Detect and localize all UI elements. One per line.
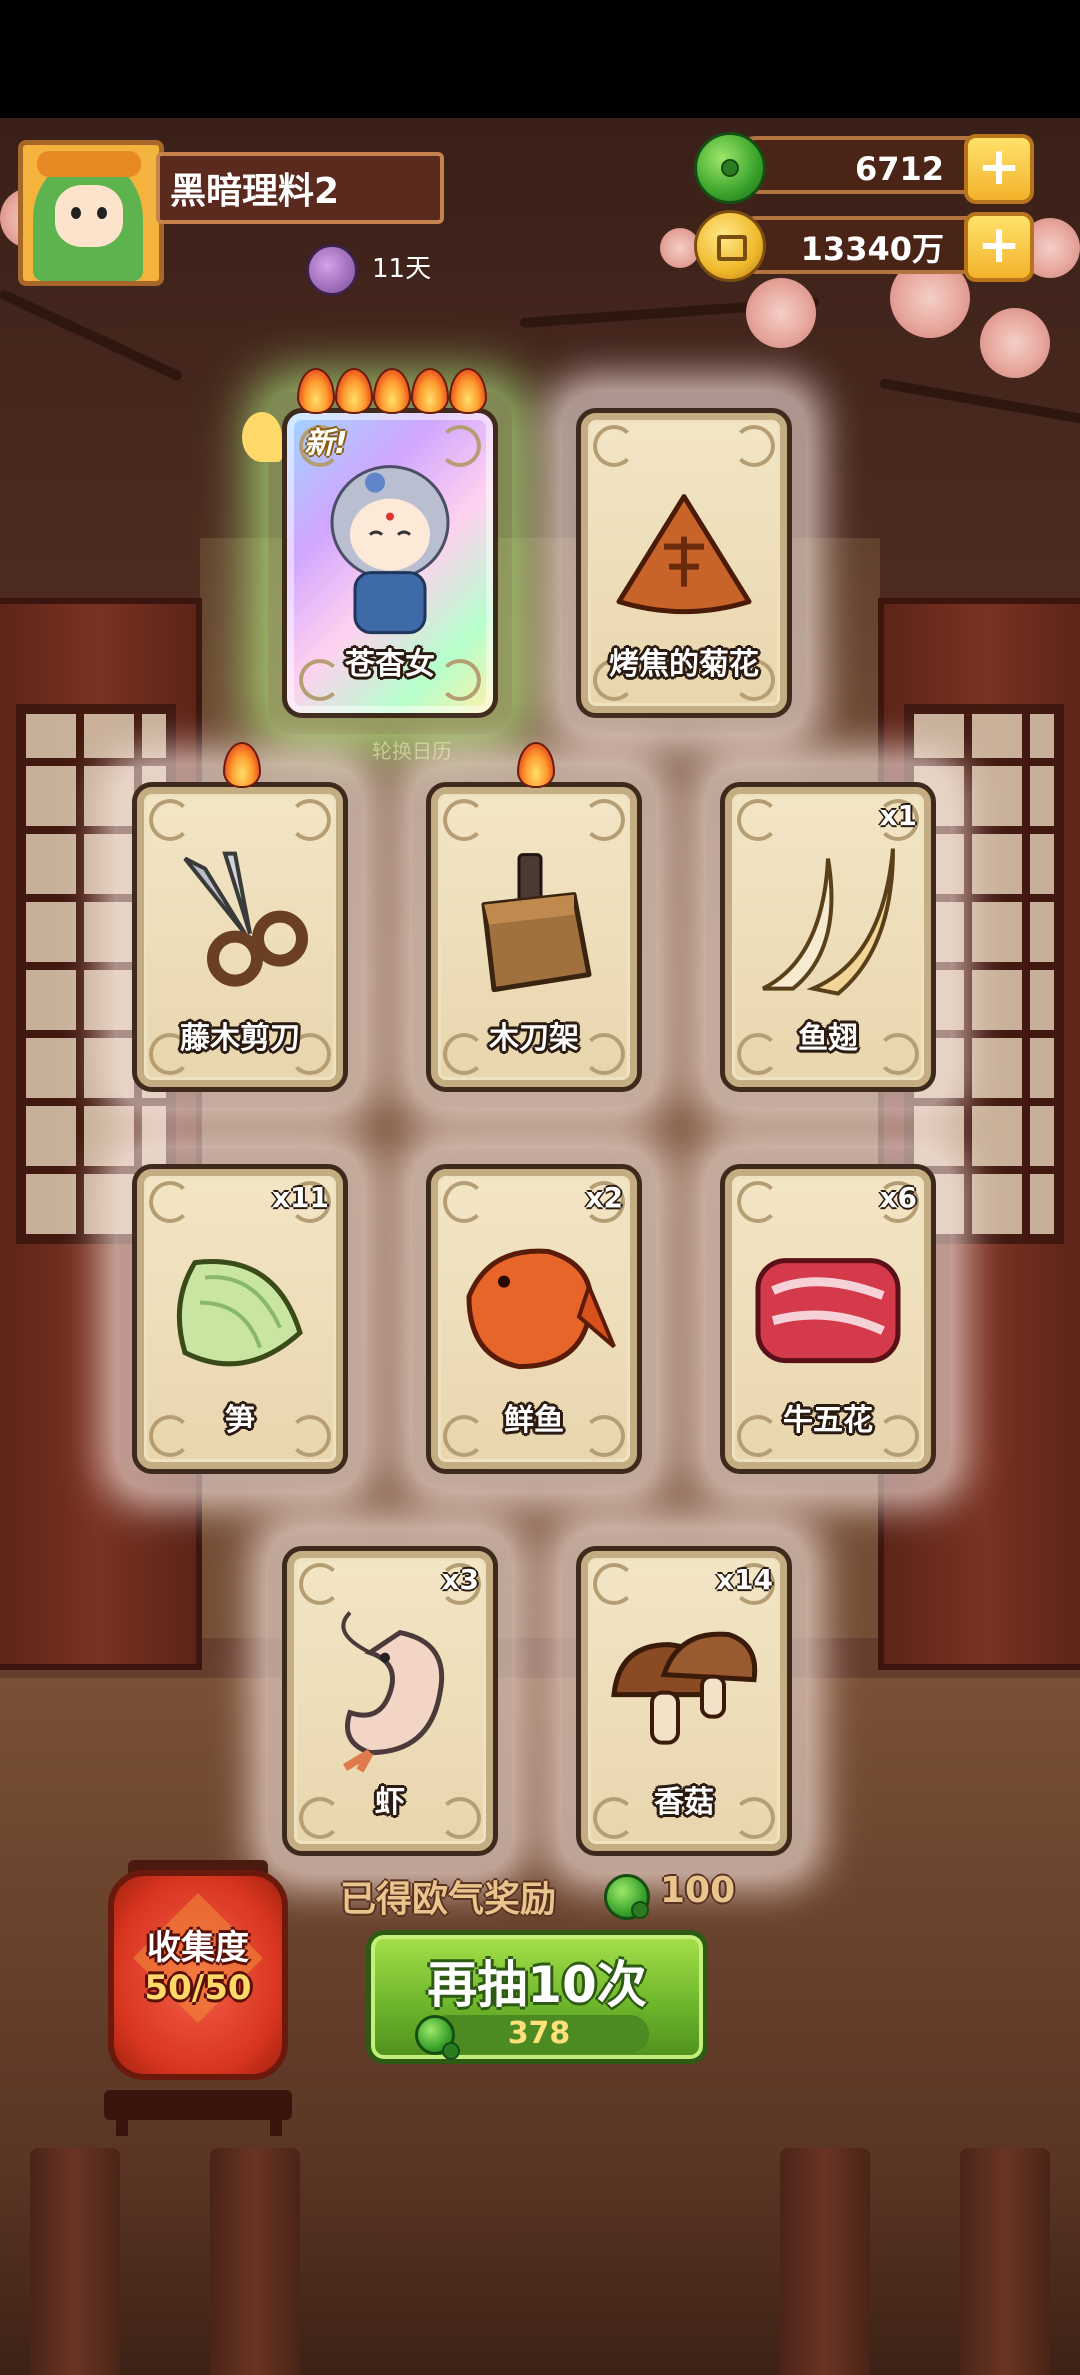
card-name: 香菇 <box>654 1785 714 1820</box>
bamboo-shoot-icon <box>165 1233 315 1387</box>
jade-icon <box>694 132 766 204</box>
background-wall-right <box>878 598 1080 1670</box>
card-name: 笋 <box>225 1403 255 1438</box>
card-count: x6 <box>879 1181 917 1214</box>
player-avatar[interactable] <box>18 140 164 286</box>
fence-post <box>210 2148 300 2375</box>
card-count: x1 <box>879 799 917 832</box>
card-name: 木刀架 <box>489 1021 579 1056</box>
reward-card[interactable]: 鲜鱼 x2 <box>426 1164 642 1474</box>
reward-card[interactable]: 鱼翅 x1 <box>720 782 936 1092</box>
card-name: 藤木剪刀 <box>180 1021 300 1056</box>
fence-post <box>780 2148 870 2375</box>
fence-post <box>960 2148 1050 2375</box>
player-name: 黑暗理料2 <box>156 152 444 224</box>
jade-icon <box>415 2015 460 2060</box>
knife-block-icon <box>459 845 609 1009</box>
reward-card[interactable]: 香菇 x14 <box>576 1546 792 1856</box>
coin-icon <box>694 210 766 282</box>
blossom-branch <box>879 378 1080 427</box>
card-name: 鲜鱼 <box>504 1403 564 1438</box>
new-badge-wing-icon <box>242 412 282 462</box>
jade-icon <box>604 1874 650 1920</box>
draw-cost: 378 <box>429 2015 649 2053</box>
draw-again-button[interactable]: 再抽10次 378 <box>366 1930 708 2064</box>
reward-card[interactable]: 牛五花 x6 <box>720 1164 936 1474</box>
card-count: x14 <box>715 1563 773 1596</box>
fence-post <box>30 2148 120 2375</box>
mushroom-icon <box>604 1615 764 1769</box>
add-coin-button[interactable]: + <box>964 212 1034 282</box>
lantern-stand <box>104 2090 292 2120</box>
reward-value: 100 <box>660 1870 736 1911</box>
banner-caption: 轮换日历 <box>372 739 452 763</box>
reward-card[interactable]: 虾 x3 <box>282 1546 498 1856</box>
burnt-dumpling-icon <box>609 477 759 631</box>
add-jade-button[interactable]: + <box>964 134 1034 204</box>
character-portrait-icon <box>315 453 465 647</box>
reward-card[interactable]: 笋 x11 <box>132 1164 348 1474</box>
lantern-leg <box>116 2110 128 2136</box>
card-count: x2 <box>585 1181 623 1214</box>
beef-icon <box>748 1251 908 1375</box>
reward-card[interactable]: 藤木剪刀 <box>132 782 348 1092</box>
card-name: 牛五花 <box>783 1403 873 1438</box>
fish-icon <box>449 1227 619 1391</box>
shrimp-icon <box>310 1603 470 1777</box>
calendar-character-icon <box>306 244 358 296</box>
card-count: x11 <box>271 1181 329 1214</box>
draw-again-label: 再抽10次 <box>427 1956 647 2014</box>
reward-card[interactable]: 木刀架 <box>426 782 642 1092</box>
collection-lantern[interactable]: 收集度 50/50 <box>108 1870 288 2080</box>
background-wall-left <box>0 598 202 1670</box>
card-count: x3 <box>441 1563 479 1596</box>
card-name: 苍杳女 <box>345 647 435 682</box>
card-name: 烤焦的菊花 <box>609 647 759 682</box>
days-counter: 11天 <box>372 254 432 284</box>
new-badge: 新! <box>304 426 348 461</box>
card-name: 鱼翅 <box>798 1021 858 1056</box>
lantern-leg <box>270 2110 282 2136</box>
blossom-branch <box>0 288 184 383</box>
reward-label: 已得欧气奖励 <box>340 1879 557 1920</box>
scissors-icon <box>165 839 315 1013</box>
reward-card[interactable]: 烤焦的菊花 <box>576 408 792 718</box>
collection-label: 收集度 <box>147 1928 249 1968</box>
shark-fin-icon <box>753 839 903 1013</box>
blossom-flower <box>980 308 1050 378</box>
collection-value: 50/50 <box>144 1968 252 2008</box>
blossom-flower <box>746 278 816 348</box>
card-name: 虾 <box>375 1785 405 1820</box>
